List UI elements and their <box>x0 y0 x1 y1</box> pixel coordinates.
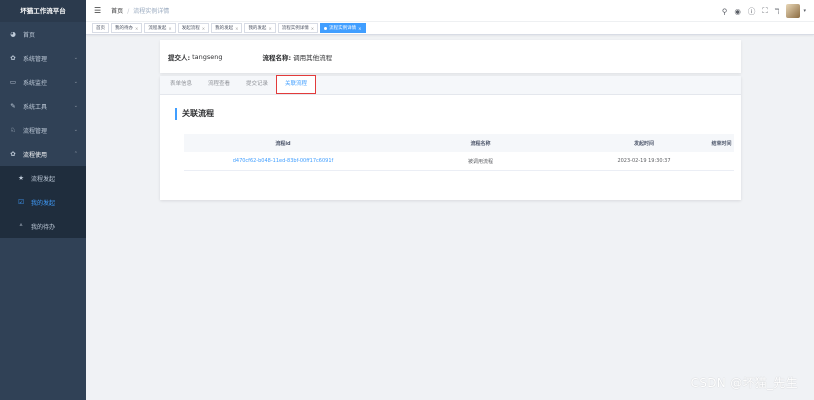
tag-label: 流程实例详情 <box>329 25 357 31</box>
tag-label: 首页 <box>96 25 105 31</box>
tag-label: 流程发起 <box>148 25 167 31</box>
tab-submit-records[interactable]: 提交记录 <box>238 75 276 94</box>
sidebar-item-label: 我的发起 <box>31 199 56 207</box>
sidebar-item-label: 系统管理 <box>23 55 48 63</box>
avatar[interactable] <box>786 4 801 18</box>
caret-down-icon[interactable]: ▾ <box>803 8 806 14</box>
submitter-value: tangseng <box>192 52 223 61</box>
submitter-label: 提交人: <box>168 53 191 62</box>
gear-icon: ✿ <box>10 54 16 62</box>
sidebar-item-label: 系统工具 <box>23 103 48 111</box>
dashboard-icon: ◕ <box>10 30 16 38</box>
breadcrumb-home[interactable]: 首页 <box>111 8 123 15</box>
flow-name-cell: 被调用流程 <box>467 158 493 165</box>
chevron-down-icon: ⌄ <box>73 103 78 109</box>
tag-my-todo[interactable]: 我的待办 × <box>111 23 143 33</box>
user-icon: ᴬ <box>19 222 23 230</box>
watermark: CSDN @坏猫_先生 <box>690 376 798 390</box>
tag-home[interactable]: 首页 <box>92 23 109 33</box>
gear-icon: ✿ <box>10 150 16 158</box>
sidebar-item-flow-admin[interactable]: ♘ 流程管理 ⌄ <box>0 118 86 142</box>
sidebar-item-label: 我的待办 <box>31 223 56 231</box>
github-icon[interactable]: ◉ <box>734 7 741 16</box>
tool-icon: ✎ <box>10 102 16 110</box>
monitor-icon: ▭ <box>9 78 17 86</box>
sidebar-item-label: 首页 <box>23 31 36 39</box>
sidebar-item-label: 流程管理 <box>23 127 48 135</box>
chevron-down-icon: ⌄ <box>73 55 78 61</box>
sidebar-item-home[interactable]: ◕ 首页 <box>0 22 86 46</box>
font-size-icon[interactable]: ℸ <box>775 7 780 16</box>
tag-instance-detail-active[interactable]: 流程实例详情 × <box>320 23 366 33</box>
active-dot <box>324 26 328 30</box>
sidebar-item-flow-start[interactable]: ★ 流程发起 <box>0 166 86 190</box>
tag-label: 发起流程 <box>181 25 200 31</box>
tag-label: 流程实例详情 <box>281 25 309 31</box>
flow-id-link[interactable]: d470cf62-b048-11ed-83bf-00ff17c6091f <box>184 158 382 164</box>
close-icon[interactable]: × <box>268 24 271 33</box>
detail-card: 表单信息 流程查看 提交记录 关联流程 关联流程 流程id 流程名称 发起时间 … <box>160 75 741 200</box>
column-header-name: 流程名称 <box>470 140 491 147</box>
edit-icon: ☑ <box>18 198 24 206</box>
tab-flow-view[interactable]: 流程查看 <box>200 75 238 94</box>
sidebar-item-my-started[interactable]: ☑ 我的发起 <box>0 190 86 214</box>
tag-flow-start[interactable]: 流程发起 × <box>144 23 176 33</box>
start-time-cell: 2023-02-19 19:30:37 <box>617 158 671 164</box>
tab-related-flows[interactable]: 关联流程 <box>276 75 317 94</box>
sidebar-item-label: 流程使用 <box>23 151 48 159</box>
process-name-value: 调用其他流程 <box>293 53 333 62</box>
close-icon[interactable]: × <box>358 24 361 33</box>
table-row: d470cf62-b048-11ed-83bf-00ff17c6091f 被调用… <box>184 152 734 171</box>
close-icon[interactable]: × <box>135 24 138 33</box>
section-title: 关联流程 <box>175 108 214 120</box>
fullscreen-icon[interactable]: ⛶ <box>762 6 767 16</box>
search-icon[interactable]: ⚲ <box>722 7 728 16</box>
column-header-start-time: 发起时间 <box>633 140 654 147</box>
navbar-actions: ⚲ ◉ ⓘ ⛶ ℸ ▾ <box>722 0 806 22</box>
sidebar: 坏猫工作流平台 ◕ 首页 ✿ 系统管理 ⌄ ▭ 系统监控 ⌄ ✎ 系统工具 ⌄ … <box>0 0 86 400</box>
breadcrumb-separator: / <box>127 8 130 15</box>
close-icon[interactable]: × <box>202 24 205 33</box>
tag-label: 我的发起 <box>215 25 234 31</box>
column-header-end-time: 结束时间 <box>711 140 732 147</box>
navbar: ☰ 首页 / 流程实例详情 ⚲ ◉ ⓘ ⛶ ℸ ▾ <box>86 0 814 22</box>
hamburger-icon[interactable]: ☰ <box>94 6 101 15</box>
chevron-down-icon: ⌄ <box>73 127 78 133</box>
sidebar-submenu: ★ 流程发起 ☑ 我的发起 ᴬ 我的待办 <box>0 166 86 238</box>
related-flows-table: 流程id 流程名称 发起时间 结束时间 d470cf62-b048-11ed-8… <box>184 134 734 171</box>
tag-label: 我的待办 <box>115 25 133 31</box>
sidebar-item-label: 流程发起 <box>31 175 56 183</box>
tag-my-started-2[interactable]: 我的发起 × <box>244 23 276 33</box>
sidebar-item-my-todo[interactable]: ᴬ 我的待办 <box>0 214 86 238</box>
table-header: 流程id 流程名称 发起时间 结束时间 <box>184 134 734 152</box>
tags-view: 首页 我的待办 × 流程发起 × 发起流程 × 我的发起 × 我的发起 × 流程实例详情 ×… <box>86 22 814 35</box>
process-name-label: 流程名称: <box>262 53 292 62</box>
close-icon[interactable]: × <box>168 24 171 33</box>
flow-icon: ♘ <box>10 126 16 134</box>
detail-tabs: 表单信息 流程查看 提交记录 关联流程 <box>160 75 741 95</box>
close-icon[interactable]: × <box>311 24 314 33</box>
help-icon[interactable]: ⓘ <box>748 6 756 17</box>
tag-start-flow[interactable]: 发起流程 × <box>177 23 210 33</box>
close-icon[interactable]: × <box>235 24 238 33</box>
chevron-up-icon: ⌃ <box>73 151 78 157</box>
breadcrumb: 首页 / 流程实例详情 <box>111 6 169 15</box>
chevron-down-icon: ⌄ <box>73 79 78 85</box>
sidebar-item-system-admin[interactable]: ✿ 系统管理 ⌄ <box>0 46 86 70</box>
breadcrumb-current: 流程实例详情 <box>133 8 170 15</box>
tab-form-info[interactable]: 表单信息 <box>162 75 200 94</box>
column-header-id: 流程id <box>275 140 291 147</box>
tag-my-started[interactable]: 我的发起 × <box>211 23 243 33</box>
sidebar-menu: ◕ 首页 ✿ 系统管理 ⌄ ▭ 系统监控 ⌄ ✎ 系统工具 ⌄ ♘ 流程管理 ⌄… <box>0 22 86 238</box>
tag-label: 我的发起 <box>248 25 267 31</box>
process-info-card: 提交人: tangseng 流程名称: 调用其他流程 <box>160 40 741 73</box>
star-icon: ★ <box>18 174 24 182</box>
app-title: 坏猫工作流平台 <box>0 0 86 22</box>
sidebar-item-flow-use[interactable]: ✿ 流程使用 ⌃ <box>0 142 86 166</box>
sidebar-item-system-tools[interactable]: ✎ 系统工具 ⌄ <box>0 94 86 118</box>
sidebar-item-label: 系统监控 <box>23 79 48 87</box>
tag-instance-detail[interactable]: 流程实例详情 × <box>277 23 319 33</box>
sidebar-item-system-monitor[interactable]: ▭ 系统监控 ⌄ <box>0 70 86 94</box>
